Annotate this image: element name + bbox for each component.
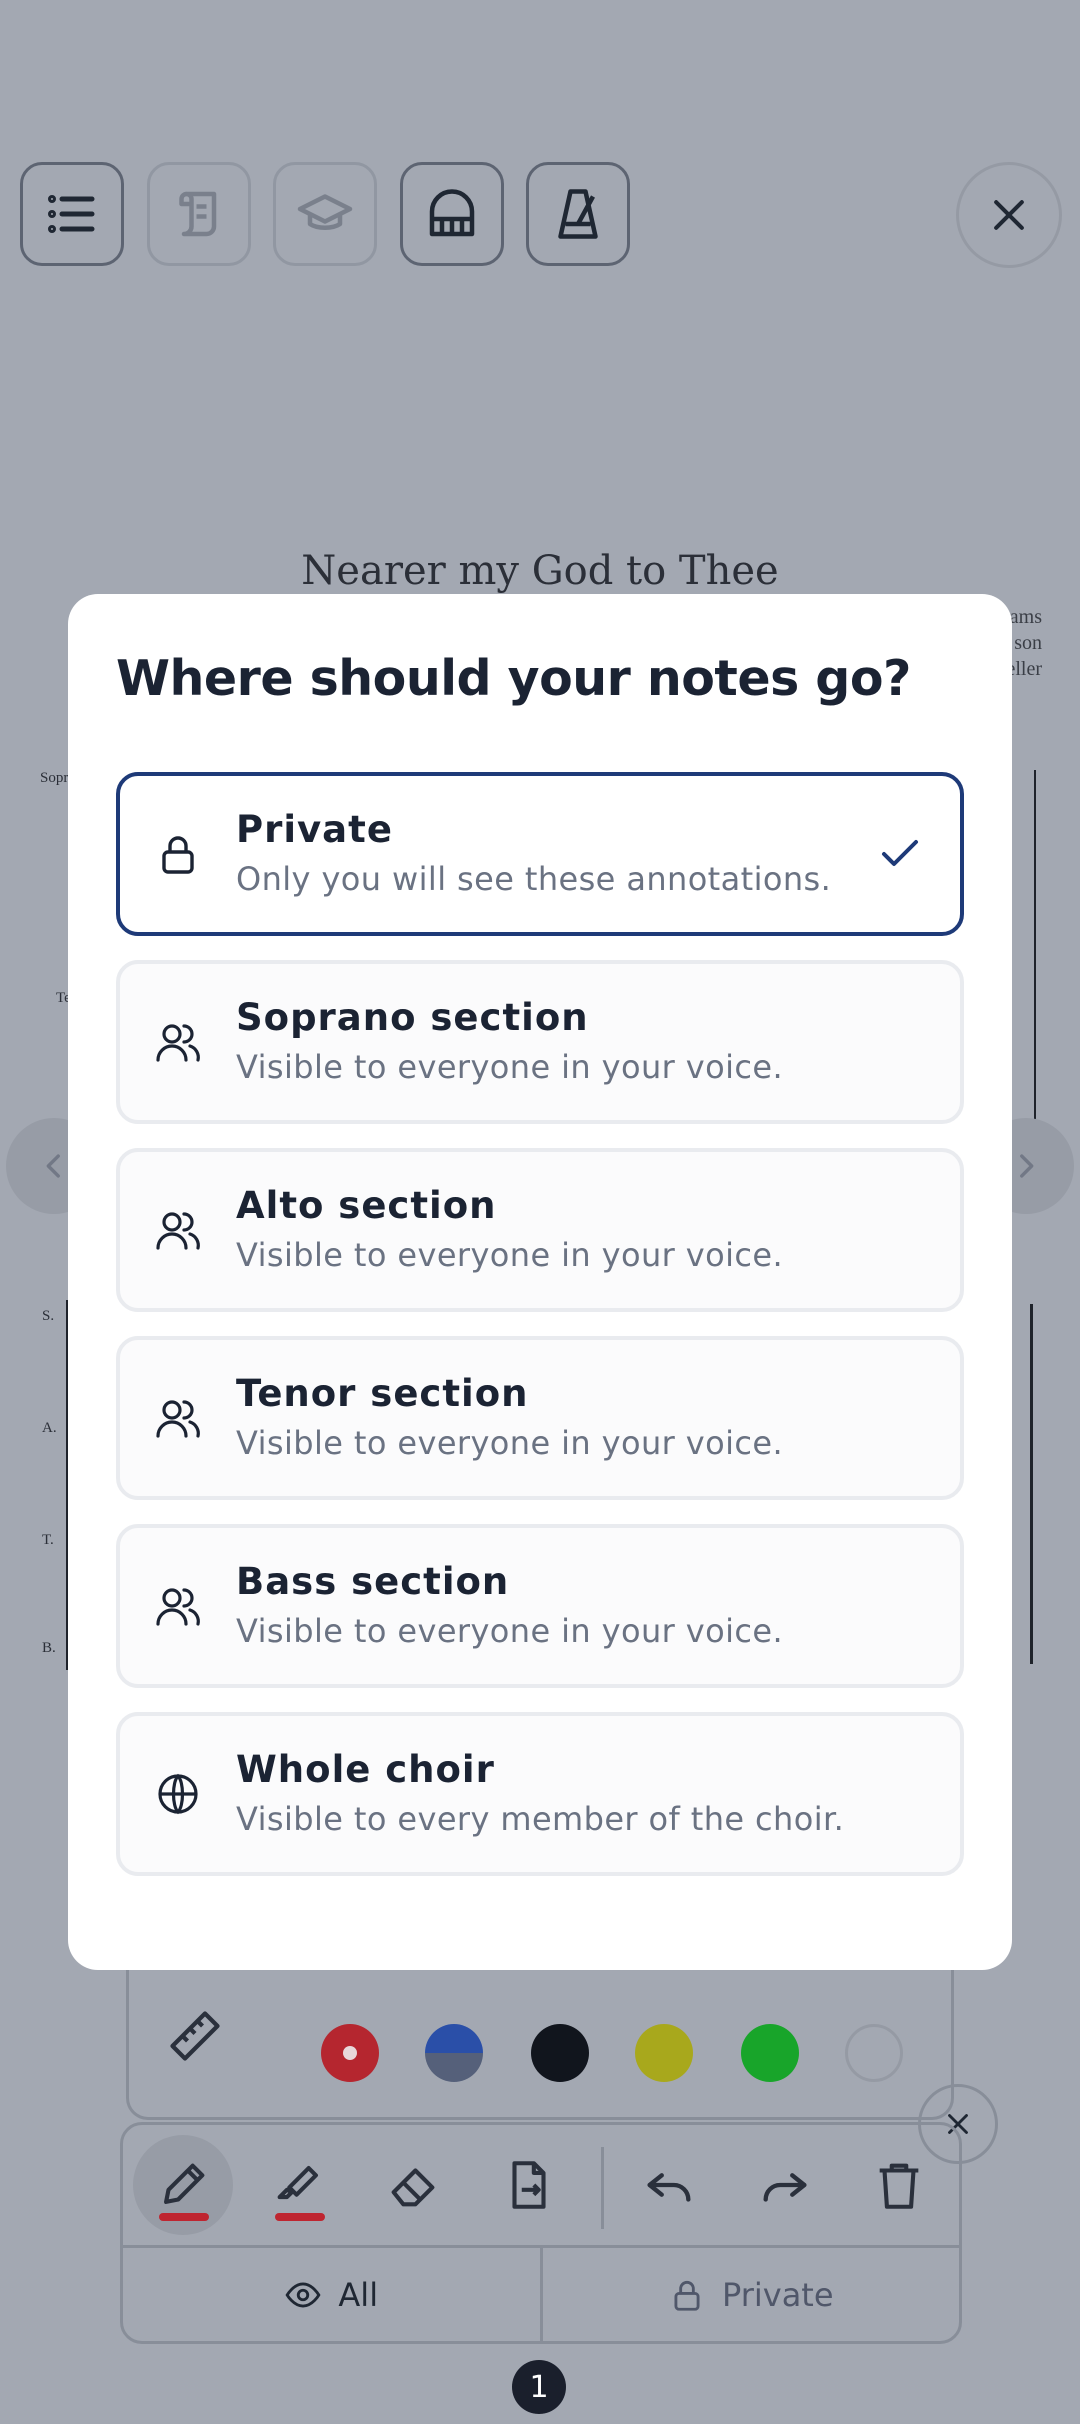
list-button[interactable] [20, 162, 124, 266]
users-icon [156, 1212, 200, 1250]
option-icon [120, 1770, 236, 1818]
option-description: Visible to every member of the choir. [236, 1800, 845, 1838]
highlighter-icon [277, 2166, 318, 2200]
voice-label: T. [42, 1532, 54, 1548]
color-swatch-yellow[interactable] [635, 2024, 693, 2082]
globe-icon [158, 1773, 198, 1815]
option-title: Soprano section [236, 996, 589, 1039]
notes-destination-dialog: Where should your notes go? Private Only… [68, 594, 1012, 1970]
private-visibility-toggle[interactable]: Private [539, 2248, 960, 2341]
color-swatch-none[interactable] [845, 2024, 903, 2082]
piano-icon [429, 189, 475, 237]
pen-tool[interactable] [133, 2135, 233, 2235]
option-description: Visible to everyone in your voice. [236, 1424, 784, 1462]
pencil-icon [164, 2163, 205, 2204]
option-icon [120, 830, 236, 878]
option-title: Alto section [236, 1184, 497, 1227]
option-icon [120, 1394, 236, 1442]
tools-divider [601, 2147, 604, 2229]
delete-button[interactable] [849, 2135, 949, 2235]
score-title: Nearer my God to Thee [301, 548, 779, 594]
annotation-tools-panel: All Private [120, 2122, 962, 2344]
option-icon [120, 1206, 236, 1254]
active-color-underline [159, 2213, 209, 2221]
chevron-left-icon [46, 1154, 60, 1178]
option-text: Soprano section Visible to everyone in y… [236, 994, 960, 1090]
close-score-button[interactable] [956, 162, 1062, 268]
redo-button[interactable] [735, 2135, 835, 2235]
metronome-icon [558, 189, 598, 239]
metronome-button[interactable] [526, 162, 630, 266]
ruler-icon[interactable] [165, 2006, 225, 2066]
voice-label: A. [42, 1420, 57, 1436]
scroll-button[interactable] [147, 162, 251, 266]
page-number-badge: 1 [512, 2360, 566, 2414]
option-bass-section[interactable]: Bass section Visible to everyone in your… [116, 1524, 964, 1688]
lock-icon [162, 836, 194, 874]
voice-label: Sopr [40, 770, 69, 786]
option-soprano-section[interactable]: Soprano section Visible to everyone in y… [116, 960, 964, 1124]
checkmark-icon [882, 840, 918, 866]
option-description: Visible to everyone in your voice. [236, 1236, 784, 1274]
option-icon [120, 1582, 236, 1630]
close-icon [994, 200, 1024, 230]
eraser-tool[interactable] [363, 2135, 463, 2235]
option-alto-section[interactable]: Alto section Visible to everyone in your… [116, 1148, 964, 1312]
selected-indicator [860, 830, 940, 878]
color-panel [126, 1966, 954, 2120]
chevron-right-icon [1020, 1154, 1034, 1178]
voice-label: S. [42, 1308, 55, 1324]
visibility-bar: All Private [123, 2245, 959, 2341]
trash-icon [879, 2163, 919, 2209]
color-swatch-black[interactable] [531, 2024, 589, 2082]
color-swatch-red[interactable] [321, 2024, 379, 2082]
graduation-cap-icon [297, 194, 353, 230]
dialog-title: Where should your notes go? [116, 650, 911, 707]
system-barline [1030, 1304, 1033, 1664]
option-text: Whole choir Visible to every member of t… [236, 1746, 960, 1842]
undo-icon [647, 2173, 691, 2202]
option-description: Only you will see these annotations. [236, 860, 832, 898]
show-all-label: All [338, 2275, 379, 2314]
users-icon [156, 1024, 200, 1062]
option-icon [120, 1018, 236, 1066]
highlighter-tool[interactable] [249, 2135, 349, 2235]
active-color-underline [275, 2213, 325, 2221]
option-tenor-section[interactable]: Tenor section Visible to everyone in you… [116, 1336, 964, 1500]
eye-icon [285, 2281, 321, 2308]
option-private[interactable]: Private Only you will see these annotati… [116, 772, 964, 936]
option-text: Alto section Visible to everyone in your… [236, 1182, 960, 1278]
piano-button[interactable] [400, 162, 504, 266]
option-whole-choir[interactable]: Whole choir Visible to every member of t… [116, 1712, 964, 1876]
option-title: Tenor section [236, 1372, 529, 1415]
option-description: Visible to everyone in your voice. [236, 1612, 784, 1650]
scroll-icon [179, 191, 217, 237]
selected-dot [343, 2046, 357, 2060]
import-tool[interactable] [479, 2135, 579, 2235]
show-all-toggle[interactable]: All [123, 2248, 540, 2341]
option-text: Private Only you will see these annotati… [236, 806, 860, 902]
option-description: Visible to everyone in your voice. [236, 1048, 784, 1086]
learn-button[interactable] [273, 162, 377, 266]
color-swatch-blue[interactable] [425, 2024, 483, 2082]
list-icon [48, 195, 95, 233]
option-title: Whole choir [236, 1748, 495, 1791]
redo-icon [763, 2173, 807, 2202]
option-title: Private [236, 808, 393, 851]
option-text: Tenor section Visible to everyone in you… [236, 1370, 960, 1466]
file-import-icon [512, 2161, 546, 2209]
system-barline [1034, 770, 1036, 1120]
top-toolbar [20, 162, 1060, 268]
option-text: Bass section Visible to everyone in your… [236, 1558, 960, 1654]
option-title: Bass section [236, 1560, 510, 1603]
undo-button[interactable] [619, 2135, 719, 2235]
color-swatch-green[interactable] [741, 2024, 799, 2082]
private-visibility-label: Private [721, 2275, 834, 2314]
lock-icon [674, 2280, 700, 2311]
destination-options: Private Only you will see these annotati… [116, 772, 964, 1900]
voice-label: B. [42, 1640, 56, 1656]
users-icon [156, 1400, 200, 1438]
users-icon [156, 1588, 200, 1626]
eraser-icon [391, 2168, 435, 2207]
